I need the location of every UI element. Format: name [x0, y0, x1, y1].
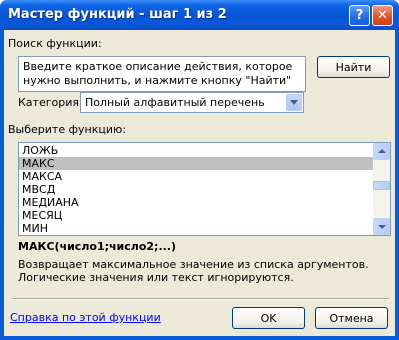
function-wizard-window: Мастер функций - шаг 1 из 2 ? ✕ Поиск фу… [0, 0, 399, 340]
list-item[interactable]: МВСД [19, 183, 374, 196]
list-item[interactable]: ЛОЖЬ [19, 144, 374, 157]
scroll-down-icon[interactable] [373, 218, 390, 235]
cancel-button-label: Отмена [329, 311, 374, 325]
list-item[interactable]: МЕДИАНА [19, 196, 374, 209]
search-input[interactable]: Введите краткое описание действия, котор… [18, 56, 306, 92]
ok-button-label: OK [260, 311, 277, 325]
find-button[interactable]: Найти [317, 56, 390, 78]
category-select[interactable]: Полный алфавитный перечень [80, 92, 304, 113]
scroll-thumb[interactable] [373, 181, 390, 190]
close-button[interactable]: ✕ [372, 5, 393, 26]
category-label: Категория: [18, 96, 83, 109]
divider [12, 298, 389, 300]
list-item[interactable]: МЕСЯЦ [19, 209, 374, 222]
list-item-selected[interactable]: МАКС [19, 157, 374, 170]
function-description: Возвращает максимальное значение из спис… [18, 258, 369, 284]
function-list[interactable]: ЛОЖЬ МАКС МАКСА МВСД МЕДИАНА МЕСЯЦ МИН [18, 142, 391, 236]
list-scrollbar[interactable] [373, 143, 390, 235]
find-button-label: Найти [335, 60, 372, 74]
function-help-link[interactable]: Справка по этой функции [10, 311, 161, 324]
function-signature: МАКС(число1;число2;...) [18, 240, 177, 253]
close-icon: ✕ [377, 8, 388, 23]
function-list-label: Выберите функцию: [8, 123, 126, 136]
help-icon: ? [355, 8, 364, 23]
ok-button[interactable]: OK [232, 307, 305, 329]
list-item[interactable]: МАКСА [19, 170, 374, 183]
scroll-up-icon[interactable] [373, 143, 390, 160]
title-bar[interactable]: Мастер функций - шаг 1 из 2 ? ✕ [0, 0, 399, 30]
search-label: Поиск функции: [8, 37, 102, 50]
category-select-value: Полный алфавитный перечень [85, 96, 265, 109]
list-item[interactable]: МИН [19, 222, 374, 235]
dialog-body: Поиск функции: Введите краткое описание … [4, 30, 395, 336]
help-button[interactable]: ? [349, 5, 370, 26]
window-title: Мастер функций - шаг 1 из 2 [8, 7, 227, 22]
cancel-button[interactable]: Отмена [315, 307, 388, 329]
chevron-down-icon[interactable] [286, 94, 302, 111]
